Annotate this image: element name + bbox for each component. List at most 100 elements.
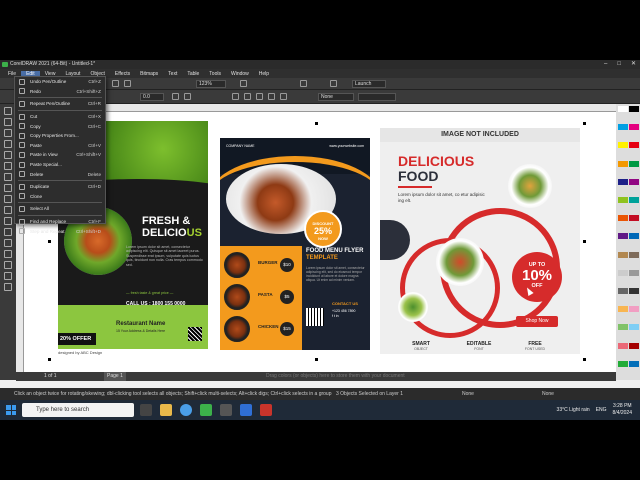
shape-tool-icon[interactable] bbox=[4, 118, 12, 126]
edit-menu-item[interactable]: Repeat Pen/Outline Ctrl+R bbox=[15, 99, 105, 109]
intersect-icon[interactable] bbox=[280, 93, 287, 100]
group-icon[interactable] bbox=[232, 93, 239, 100]
menu-text[interactable]: Text bbox=[163, 71, 182, 77]
edit-menu-item[interactable]: Duplicate Ctrl+D bbox=[15, 182, 105, 192]
swatch[interactable] bbox=[629, 306, 639, 313]
polygon-tool-icon[interactable] bbox=[4, 195, 12, 203]
selection-handle[interactable] bbox=[48, 240, 51, 243]
menu-tools[interactable]: Tools bbox=[204, 71, 226, 77]
selection-handle[interactable] bbox=[315, 358, 318, 361]
coreldraw-taskbar-icon[interactable] bbox=[200, 404, 212, 416]
edit-menu-item[interactable]: Find and Replace Ctrl+F bbox=[15, 217, 105, 227]
swatch[interactable] bbox=[618, 360, 628, 367]
edit-menu-item[interactable]: Copy Properties From... bbox=[15, 131, 105, 141]
edit-menu-item[interactable]: Cut Ctrl+X bbox=[15, 112, 105, 122]
ellipse-tool-icon[interactable] bbox=[4, 184, 12, 192]
menu-help[interactable]: Help bbox=[254, 71, 274, 77]
zoom-tool-icon[interactable] bbox=[4, 140, 12, 148]
selection-handle[interactable] bbox=[583, 122, 586, 125]
edit-menu-item[interactable]: Paste Special... bbox=[15, 160, 105, 170]
text-tool-icon[interactable] bbox=[4, 206, 12, 214]
zoom-level-field[interactable]: 123% bbox=[196, 80, 226, 88]
mirror-v-icon[interactable] bbox=[184, 93, 191, 100]
launch-dropdown[interactable]: Launch bbox=[352, 80, 386, 88]
swatch[interactable] bbox=[629, 160, 639, 167]
swatch[interactable] bbox=[629, 142, 639, 149]
transparency-tool-icon[interactable] bbox=[4, 250, 12, 258]
rotation-field[interactable]: 0.0 bbox=[140, 93, 164, 101]
full-screen-icon[interactable] bbox=[240, 80, 247, 87]
weather-widget[interactable]: 33°C Light rain bbox=[557, 407, 590, 413]
flyer-delicious-food[interactable]: IMAGE NOT INCLUDED DELICIOUS FOOD Lorem … bbox=[380, 128, 580, 354]
clock[interactable]: 3:28 PM 8/4/2024 bbox=[613, 403, 632, 417]
edit-menu-item[interactable]: Clone bbox=[15, 192, 105, 202]
swatch[interactable] bbox=[629, 178, 639, 185]
swatch[interactable] bbox=[629, 360, 639, 367]
swatch[interactable] bbox=[629, 269, 639, 276]
task-view-icon[interactable] bbox=[140, 404, 152, 416]
edit-menu-item[interactable]: Step and Repeat Ctrl+Shift+D bbox=[15, 226, 105, 236]
shadow-tool-icon[interactable] bbox=[4, 239, 12, 247]
swatch[interactable] bbox=[618, 142, 628, 149]
selection-handle[interactable] bbox=[583, 358, 586, 361]
weld-icon[interactable] bbox=[256, 93, 263, 100]
gear-icon[interactable] bbox=[330, 80, 337, 87]
swatch[interactable] bbox=[618, 306, 628, 313]
edit-menu-item[interactable]: Copy Ctrl+C bbox=[15, 121, 105, 131]
swatch[interactable] bbox=[629, 124, 639, 131]
selection-handle[interactable] bbox=[315, 122, 318, 125]
swatch[interactable] bbox=[629, 342, 639, 349]
edit-menu-item[interactable]: Paste in View Ctrl+Shift+V bbox=[15, 150, 105, 160]
swatch[interactable] bbox=[618, 342, 628, 349]
chrome-icon[interactable] bbox=[180, 404, 192, 416]
maximize-button[interactable]: □ bbox=[617, 60, 621, 69]
swatch[interactable] bbox=[618, 106, 628, 112]
snap-icon[interactable] bbox=[300, 80, 307, 87]
app-icon[interactable] bbox=[240, 404, 252, 416]
close-button[interactable]: ✕ bbox=[631, 60, 636, 69]
taskbar-search-input[interactable]: Type here to search bbox=[22, 403, 134, 417]
flyer-food-menu[interactable]: COMPANY NAME www.yourwebsite.com DISCOUN… bbox=[220, 138, 370, 350]
menu-effects[interactable]: Effects bbox=[110, 71, 135, 77]
minimize-button[interactable]: – bbox=[604, 60, 607, 69]
swatch[interactable] bbox=[629, 324, 639, 331]
swatch[interactable] bbox=[629, 287, 639, 294]
edit-menu-item[interactable]: Paste Ctrl+V bbox=[15, 141, 105, 151]
interactive-fill-tool-icon[interactable] bbox=[4, 272, 12, 280]
crop-tool-icon[interactable] bbox=[4, 129, 12, 137]
page-tab[interactable]: Page 1 bbox=[104, 372, 126, 381]
selection-handle[interactable] bbox=[48, 358, 51, 361]
freehand-tool-icon[interactable] bbox=[4, 151, 12, 159]
swatch[interactable] bbox=[618, 215, 628, 222]
edit-menu-item[interactable]: Undo Pen/Outline Ctrl+Z bbox=[15, 77, 105, 87]
trim-icon[interactable] bbox=[268, 93, 275, 100]
swatch[interactable] bbox=[629, 106, 639, 112]
swatch[interactable] bbox=[629, 196, 639, 203]
swatch[interactable] bbox=[618, 196, 628, 203]
app-icon[interactable] bbox=[260, 404, 272, 416]
horizontal-ruler[interactable] bbox=[16, 104, 616, 112]
ungroup-icon[interactable] bbox=[244, 93, 251, 100]
mirror-h-icon[interactable] bbox=[172, 93, 179, 100]
eyedropper-tool-icon[interactable] bbox=[4, 261, 12, 269]
artistic-media-tool-icon[interactable] bbox=[4, 162, 12, 170]
edit-menu-item[interactable]: Select All bbox=[15, 204, 105, 214]
smart-fill-tool-icon[interactable] bbox=[4, 283, 12, 291]
edit-menu-item[interactable]: Delete Delete bbox=[15, 169, 105, 179]
swatch[interactable] bbox=[618, 178, 628, 185]
line-style-dropdown[interactable] bbox=[358, 93, 396, 101]
swatch[interactable] bbox=[618, 287, 628, 294]
swatch[interactable] bbox=[629, 215, 639, 222]
swatch[interactable] bbox=[618, 269, 628, 276]
swatch[interactable] bbox=[629, 233, 639, 240]
app-icon[interactable] bbox=[220, 404, 232, 416]
menu-window[interactable]: Window bbox=[226, 71, 254, 77]
redo-icon[interactable] bbox=[124, 80, 131, 87]
swatch[interactable] bbox=[618, 233, 628, 240]
connector-tool-icon[interactable] bbox=[4, 228, 12, 236]
swatch[interactable] bbox=[618, 324, 628, 331]
undo-icon[interactable] bbox=[112, 80, 119, 87]
pick-tool-icon[interactable] bbox=[4, 107, 12, 115]
selection-handle[interactable] bbox=[583, 240, 586, 243]
swatch[interactable] bbox=[618, 124, 628, 131]
